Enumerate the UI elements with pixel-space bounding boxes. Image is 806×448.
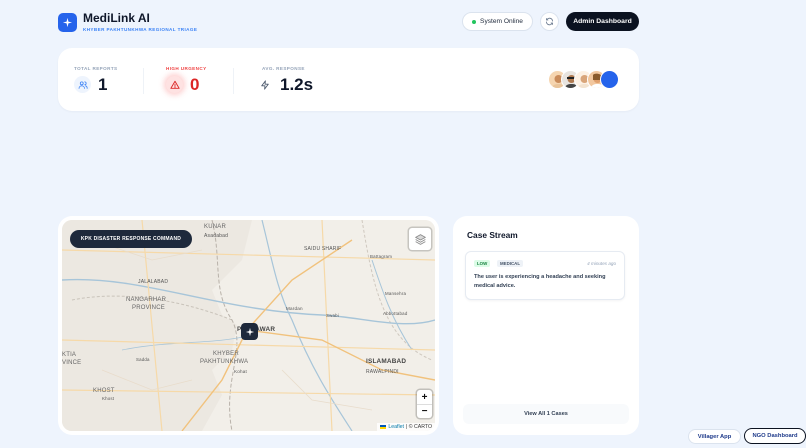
map-label: Khost bbox=[102, 396, 115, 401]
map-label: ISLAMABAD bbox=[366, 358, 407, 365]
layers-button[interactable] bbox=[409, 228, 431, 250]
case-card[interactable]: LOW MEDICAL 4 minutes ago The user is ex… bbox=[465, 251, 625, 300]
map-command-badge: KPK DISASTER RESPONSE COMMAND bbox=[70, 230, 192, 248]
layers-icon bbox=[414, 233, 426, 245]
map-label: Swabi bbox=[326, 313, 339, 318]
case-marker[interactable] bbox=[241, 323, 258, 340]
divider bbox=[143, 68, 144, 94]
app-title: MediLink AI bbox=[83, 11, 150, 25]
ngo-dashboard-button[interactable]: NGO Dashboard bbox=[744, 428, 806, 444]
zoom-in-button[interactable]: + bbox=[417, 390, 432, 404]
users-icon bbox=[74, 76, 91, 93]
map-label: PAKHTUNKHWA bbox=[200, 359, 249, 365]
admin-dashboard-button[interactable]: Admin Dashboard bbox=[566, 12, 639, 31]
map-panel: KUNAR Asadabad SAIDU SHARIF Battagram JA… bbox=[58, 216, 439, 435]
map-label: KUNAR bbox=[204, 224, 227, 230]
leaflet-link[interactable]: Leaflet bbox=[388, 424, 404, 430]
stat-label: AVG. RESPONSE bbox=[262, 66, 305, 71]
view-all-cases-button[interactable]: View All 1 Cases bbox=[463, 404, 629, 424]
app-header: MediLink AI KHYBER PAKHTUNKHWA REGIONAL … bbox=[58, 11, 639, 35]
alert-triangle-icon bbox=[166, 76, 183, 93]
status-dot-icon bbox=[472, 19, 477, 24]
stat-label: TOTAL REPORTS bbox=[74, 66, 118, 71]
case-stream-title: Case Stream bbox=[467, 230, 518, 240]
map-label: VINCE bbox=[62, 360, 82, 366]
stat-label: HIGH URGENCY bbox=[166, 66, 207, 71]
map-label: SAIDU SHARIF bbox=[304, 246, 342, 252]
map-label: PROVINCE bbox=[132, 305, 165, 311]
map-label: Asadabad bbox=[204, 233, 229, 239]
zoom-control: + − bbox=[417, 390, 432, 418]
ukraine-flag-icon bbox=[380, 425, 387, 429]
stat-high-urgency: HIGH URGENCY 0 bbox=[166, 48, 236, 111]
map-label: Mansehra bbox=[385, 291, 407, 296]
stats-panel: TOTAL REPORTS 1 HIGH URGENCY 0 AVG. RESP… bbox=[58, 48, 639, 111]
stat-value: 0 bbox=[190, 75, 200, 94]
map-attribution: Leaflet | © CARTO bbox=[377, 423, 435, 431]
refresh-icon bbox=[546, 17, 553, 26]
map-label: KTIA bbox=[62, 352, 77, 358]
map-label: RAWALPINDI bbox=[366, 369, 399, 375]
category-badge: MEDICAL bbox=[497, 260, 524, 267]
map-label: KHYBER bbox=[213, 351, 239, 357]
case-stream-panel: Case Stream LOW MEDICAL 4 minutes ago Th… bbox=[453, 216, 639, 435]
map-label: Sadda bbox=[136, 357, 150, 362]
sparkle-icon bbox=[245, 327, 254, 336]
attribution-text: | © CARTO bbox=[405, 424, 432, 430]
zoom-out-button[interactable]: − bbox=[417, 404, 432, 418]
map-label: Mardan bbox=[286, 306, 303, 311]
system-status-badge: System Online bbox=[462, 12, 533, 31]
case-summary: The user is experiencing a headache and … bbox=[474, 274, 606, 289]
case-timestamp: 4 minutes ago bbox=[587, 261, 616, 266]
map-label: Battagram bbox=[370, 254, 393, 259]
map-label: JALALABAD bbox=[138, 279, 169, 285]
map-label: NANGARHAR bbox=[126, 297, 167, 303]
avatar[interactable] bbox=[600, 70, 619, 89]
stat-value: 1 bbox=[98, 75, 108, 94]
stat-avg-response: AVG. RESPONSE 1.2s bbox=[256, 48, 336, 111]
divider bbox=[233, 68, 234, 94]
villager-app-button[interactable]: Villager App bbox=[688, 429, 741, 444]
urgency-badge: LOW bbox=[474, 260, 491, 267]
region-map[interactable]: KUNAR Asadabad SAIDU SHARIF Battagram JA… bbox=[62, 220, 435, 431]
map-label: Kohat bbox=[234, 369, 248, 374]
map-label: KHOST bbox=[93, 388, 115, 394]
team-avatars bbox=[548, 70, 628, 89]
map-label: Abbottabad bbox=[383, 311, 408, 316]
bolt-icon bbox=[256, 76, 273, 93]
stat-total-reports: TOTAL REPORTS 1 bbox=[74, 48, 144, 111]
sparkle-icon bbox=[58, 13, 77, 32]
system-status-label: System Online bbox=[480, 18, 523, 25]
app-subtitle: KHYBER PAKHTUNKHWA REGIONAL TRIAGE bbox=[83, 27, 198, 32]
stat-value: 1.2s bbox=[280, 75, 314, 94]
refresh-button[interactable] bbox=[540, 12, 559, 31]
